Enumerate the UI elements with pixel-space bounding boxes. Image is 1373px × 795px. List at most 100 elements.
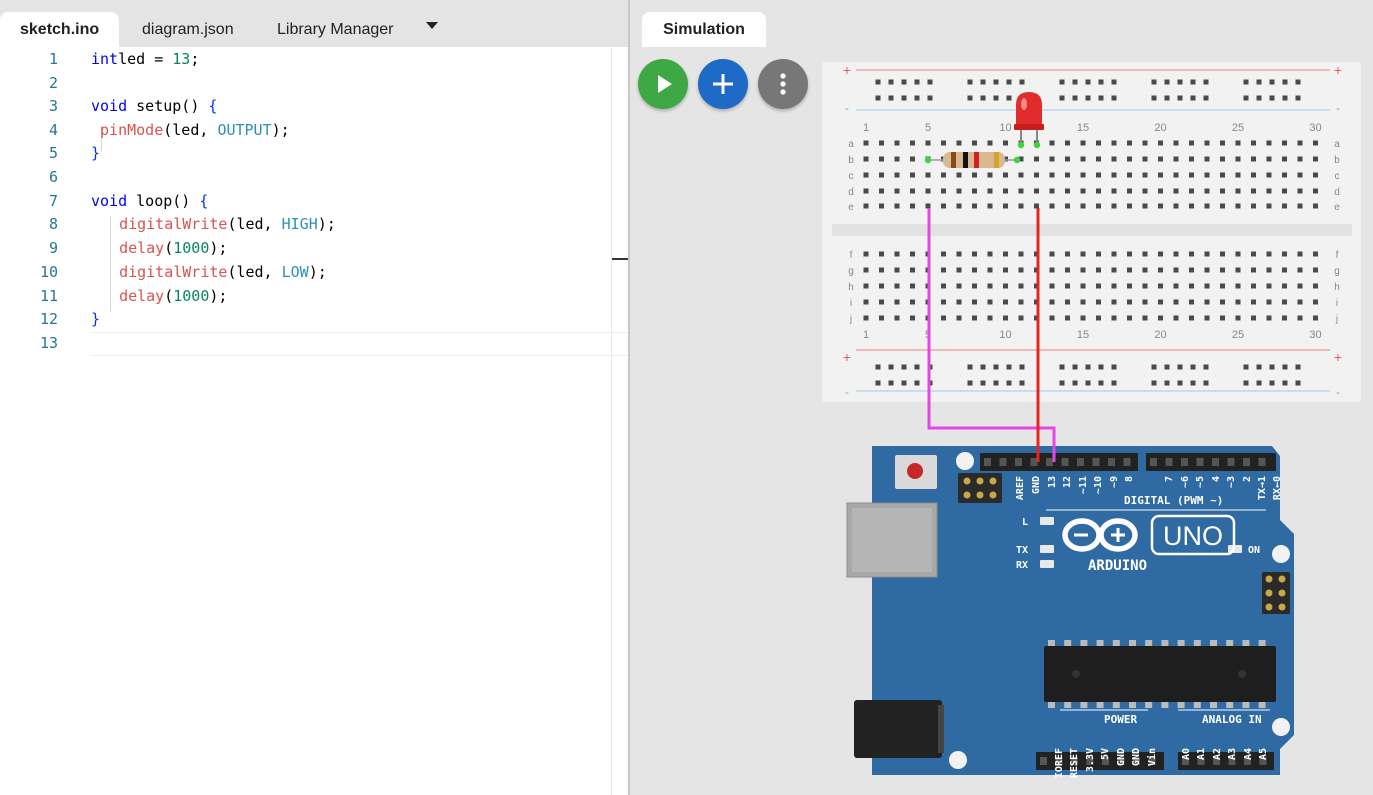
arduino-uno-board[interactable]: ARDUINO UNO DIGITAL (PWM ~) AREF GND 13 12 ~11 ~…: [846, 446, 1294, 778]
breadboard-hole: [941, 267, 946, 273]
icsp-pin: [989, 477, 997, 485]
breadboard-column-label: 20: [1154, 329, 1166, 341]
breadboard-rail-hole: [1019, 380, 1025, 386]
breadboard-hole: [1251, 172, 1256, 178]
breadboard-hole: [1251, 283, 1256, 289]
breadboard-hole: [1127, 172, 1132, 178]
breadboard-row-label: e: [1334, 202, 1340, 213]
chip-pin: [1096, 702, 1104, 708]
breadboard-hole: [879, 267, 884, 273]
breadboard-column-label: 25: [1232, 329, 1244, 341]
breadboard-column-label: 5: [925, 122, 931, 134]
breadboard-hole: [925, 140, 931, 146]
breadboard-hole: [1189, 251, 1194, 257]
chip-pin: [1145, 640, 1153, 646]
code-line[interactable]: 12}: [0, 307, 628, 331]
breadboard-hole: [1297, 283, 1303, 289]
breadboard-hole: [941, 140, 946, 146]
breadboard-rail-hole: [1059, 380, 1065, 386]
code-line[interactable]: 8 digitalWrite(led, HIGH);: [0, 212, 628, 236]
breadboard-hole: [1018, 299, 1024, 305]
breadboard-hole: [1282, 203, 1287, 209]
circuit-canvas[interactable]: 1 5 10 15 20 25 301 5 10 15 20 25 30a ab bc cd de ef fg gh h…: [630, 0, 1373, 795]
tab-sketch-ino[interactable]: sketch.ino: [0, 12, 120, 47]
code-line[interactable]: 13: [0, 331, 628, 355]
breadboard-hole: [1220, 283, 1225, 289]
breadboard-hole: [1220, 172, 1225, 178]
breadboard-hole: [1235, 315, 1241, 321]
breadboard-hole: [1282, 283, 1287, 289]
breadboard-row-label: h: [848, 282, 854, 293]
code-line[interactable]: 6: [0, 165, 628, 189]
breadboard-hole: [956, 315, 962, 321]
breadboard-rail-hole: [1164, 380, 1170, 386]
chip-pin: [1193, 702, 1201, 708]
breadboard-hole: [1142, 203, 1148, 209]
header-pin: [1040, 757, 1047, 765]
breadboard-rail-hole: [1059, 364, 1065, 370]
tab-diagram-json[interactable]: diagram.json: [122, 12, 254, 47]
breadboard-rail-hole: [914, 79, 920, 85]
code-line[interactable]: 11 delay(1000);: [0, 284, 628, 308]
breadboard-rail-hole: [888, 95, 894, 101]
code-line[interactable]: 3 void setup() {: [0, 94, 628, 118]
breadboard-rail-hole: [1203, 95, 1209, 101]
analog-pin-label: A3: [1227, 748, 1238, 760]
breadboard-hole: [1220, 267, 1225, 273]
breadboard-hole: [1297, 203, 1303, 209]
breadboard-hole: [1189, 140, 1194, 146]
code-editor[interactable]: 1 intled = 13; 2 3 void setup() {4 pinMode(l…: [0, 47, 628, 795]
breadboard-row-label: d: [1334, 187, 1340, 198]
tab-library-manager[interactable]: Library Manager: [257, 12, 414, 47]
breadboard-hole: [1003, 188, 1008, 194]
breadboard-hole: [1313, 156, 1318, 162]
breadboard-column-label: 25: [1232, 122, 1244, 134]
breadboard-hole: [1251, 315, 1256, 321]
line-number: 3: [48, 97, 58, 115]
code-line[interactable]: 4 pinMode(led, OUTPUT);: [0, 118, 628, 142]
code-line[interactable]: 10 digitalWrite(led, LOW);: [0, 260, 628, 284]
digital-pin-label: ~5: [1195, 476, 1206, 488]
code-text: digitalWrite(led, LOW);: [119, 263, 327, 281]
breadboard-hole: [1049, 267, 1055, 273]
header-pin: [1092, 458, 1100, 466]
breadboard-rail-hole: [914, 364, 920, 370]
code-line[interactable]: 5}: [0, 141, 628, 165]
code-line[interactable]: 9 delay(1000);: [0, 236, 628, 260]
arduino-model-text: UNO: [1163, 521, 1223, 551]
breadboard-row-label: b: [1334, 155, 1340, 166]
breadboard-hole: [863, 267, 869, 273]
breadboard-hole: [1189, 156, 1194, 162]
breadboard-rail-hole: [1295, 380, 1301, 386]
power-pin-label: 3.3V: [1085, 748, 1096, 772]
breadboard-hole: [1080, 283, 1086, 289]
breadboard-hole: [1096, 203, 1101, 209]
code-line[interactable]: 7 void loop() {: [0, 189, 628, 213]
breadboard-hole: [910, 315, 915, 321]
editor-scrollbar-track[interactable]: [611, 47, 612, 795]
breadboard-hole: [1111, 172, 1117, 178]
breadboard-hole: [1313, 251, 1318, 257]
icsp-pin: [989, 491, 997, 499]
icsp-pin: [976, 491, 984, 499]
breadboard[interactable]: 1 5 10 15 20 25 301 5 10 15 20 25 30a ab bc cd de ef fg gh h…: [822, 62, 1361, 402]
breadboard-hole: [1003, 299, 1008, 305]
chip-pin: [1161, 640, 1169, 646]
code-line[interactable]: 1 intled = 13;: [0, 47, 628, 71]
analog-pin-label: A2: [1212, 748, 1223, 760]
tabs-dropdown-icon[interactable]: [426, 22, 438, 29]
breadboard-rail-hole: [980, 364, 986, 370]
breadboard-hole: [1173, 299, 1179, 305]
breadboard-rail-hole: [875, 380, 881, 386]
breadboard-rail-hole: [980, 79, 986, 85]
breadboard-hole: [1049, 188, 1055, 194]
breadboard-row-label: j: [849, 314, 852, 325]
breadboard-hole: [1220, 203, 1225, 209]
code-line[interactable]: 2: [0, 71, 628, 95]
breadboard-hole: [1096, 188, 1101, 194]
breadboard-hole: [863, 283, 869, 289]
breadboard-column-label: 30: [1309, 122, 1321, 134]
breadboard-rail-hole: [1190, 364, 1196, 370]
digital-pin-label: RX←0: [1272, 476, 1283, 500]
breadboard-rail-hole: [1203, 79, 1209, 85]
